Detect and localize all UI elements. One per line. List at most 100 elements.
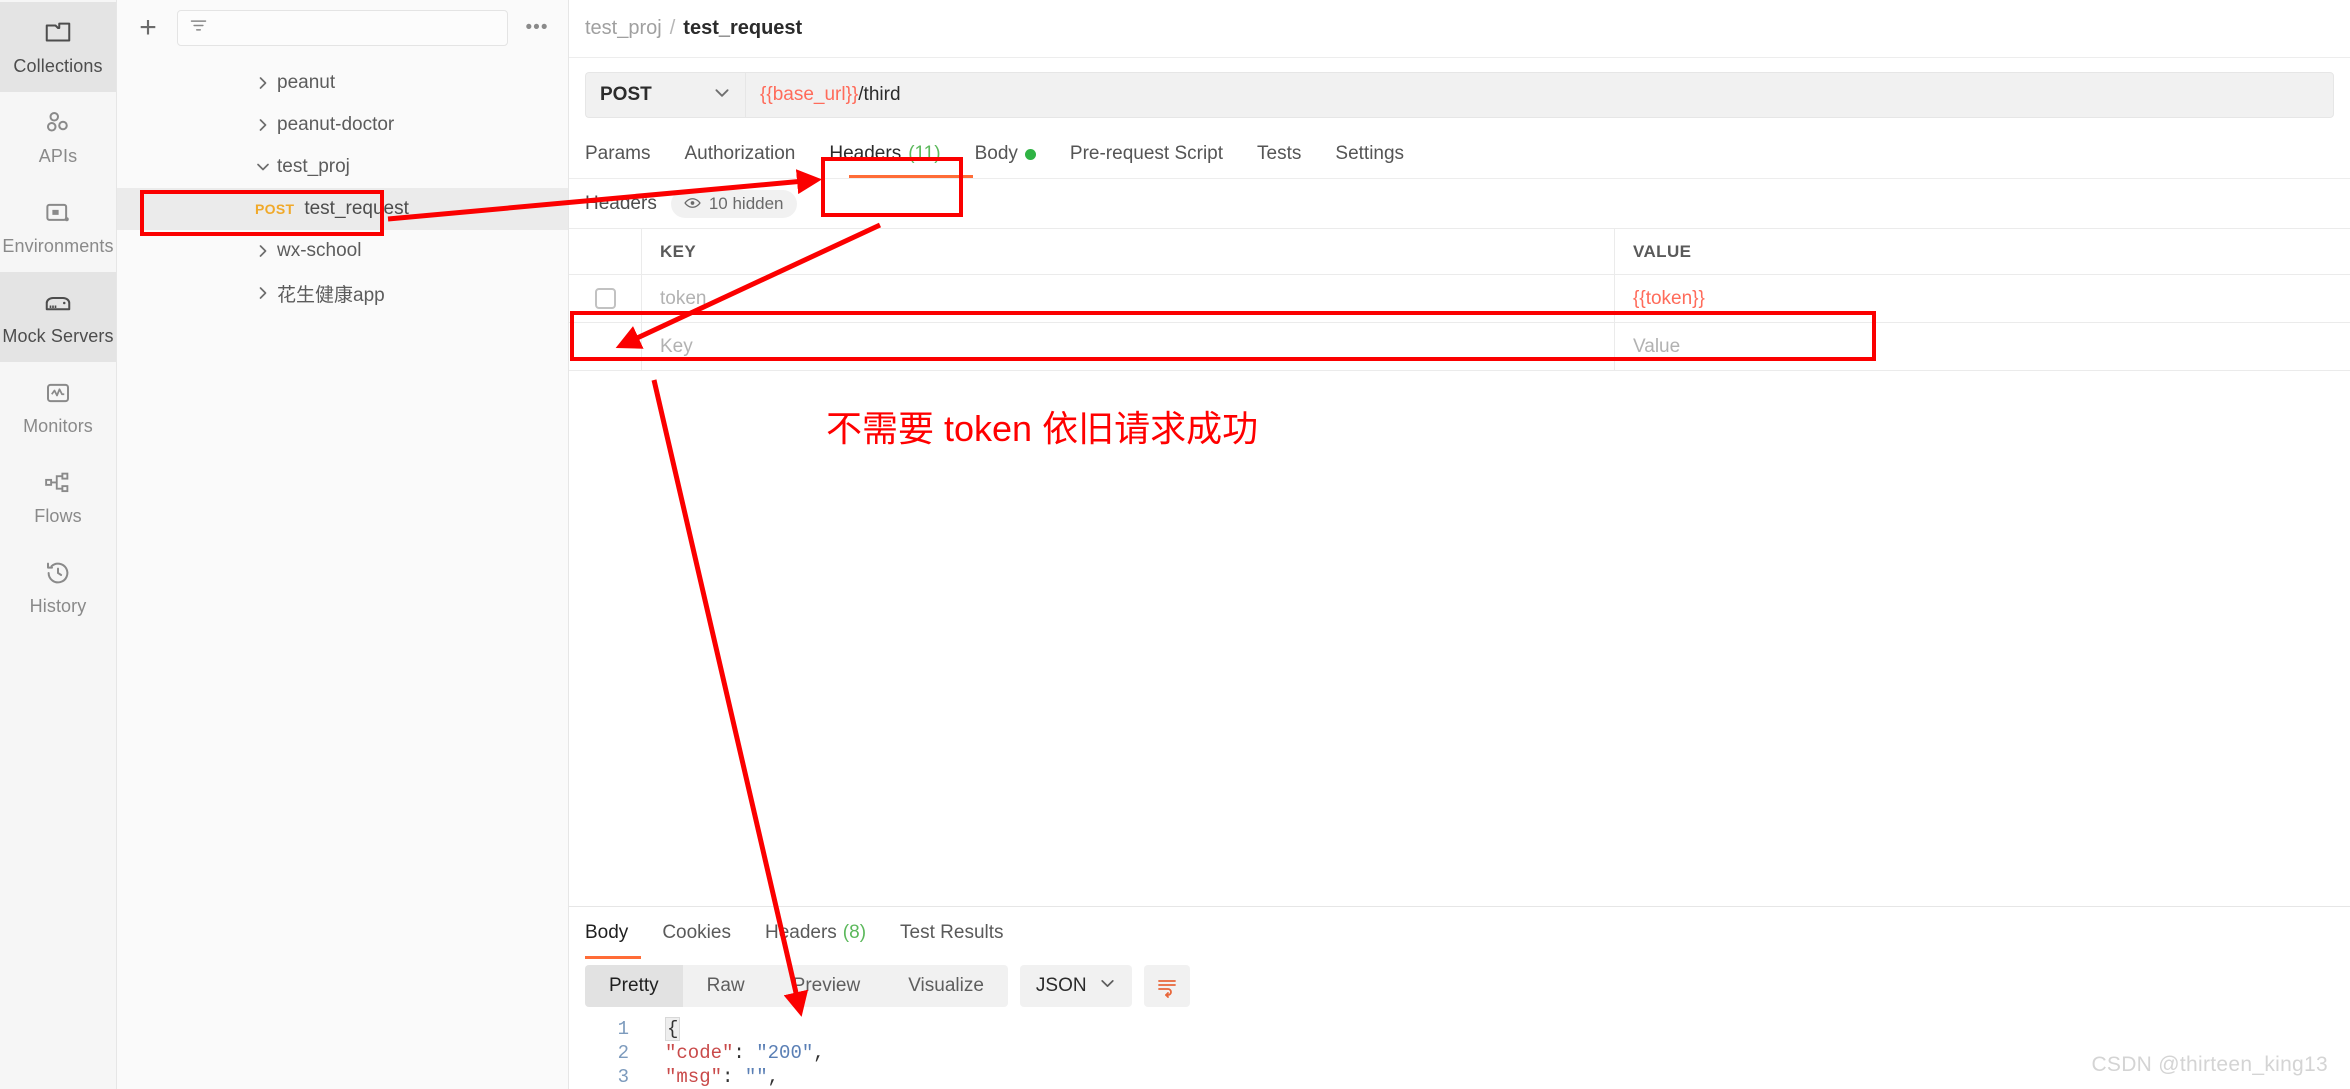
json-value: "200" xyxy=(756,1042,814,1064)
tab-label: Params xyxy=(585,143,651,164)
tree-item-test-proj[interactable]: test_proj xyxy=(117,146,568,188)
tree-item-label: peanut-doctor xyxy=(277,114,395,135)
table-row[interactable]: Key Value xyxy=(569,323,2350,371)
tab-label: Test Results xyxy=(900,922,1004,943)
body-present-dot-icon xyxy=(1024,148,1036,160)
response-format-select[interactable]: JSON xyxy=(1019,965,1132,1007)
response-tab-test-results[interactable]: Test Results xyxy=(883,907,1020,959)
view-mode-pretty[interactable]: Pretty xyxy=(585,965,683,1007)
url-bar: POST {{base_url}}/third xyxy=(569,58,2350,130)
left-rail: Collections APIs Environments Mock Serve… xyxy=(0,0,117,1089)
json-comma: , xyxy=(767,1066,780,1088)
table-row[interactable]: token {{token}} xyxy=(569,275,2350,323)
code-line: 3 "msg": "", xyxy=(585,1065,2350,1089)
eye-icon xyxy=(684,194,701,214)
rail-item-collections[interactable]: Collections xyxy=(0,2,116,92)
new-item-button[interactable]: + xyxy=(131,11,165,45)
response-tab-cookies[interactable]: Cookies xyxy=(645,907,748,959)
header-key-value: token xyxy=(660,287,707,309)
breadcrumb-parent[interactable]: test_proj xyxy=(585,17,662,40)
response-tab-headers[interactable]: Headers (8) xyxy=(748,907,883,959)
header-value-variable: {{token}} xyxy=(1633,287,1705,309)
tab-authorization[interactable]: Authorization xyxy=(667,130,812,178)
rail-item-flows[interactable]: Flows xyxy=(0,452,116,542)
active-tab-indicator xyxy=(849,175,973,178)
tree-item-peanut[interactable]: peanut xyxy=(117,62,568,104)
rail-item-environments[interactable]: Environments xyxy=(0,182,116,272)
tab-label: Tests xyxy=(1257,143,1302,164)
request-method-badge: POST xyxy=(255,201,295,217)
headers-section-header: Headers 10 hidden xyxy=(569,178,2350,228)
tab-count: (11) xyxy=(908,143,941,164)
json-separator: : xyxy=(722,1066,745,1088)
collection-tree: peanut peanut-doctor test_proj POST test… xyxy=(117,56,568,314)
code-brace: { xyxy=(665,1017,681,1041)
header-key-cell[interactable]: token xyxy=(642,275,1615,322)
json-key: "code" xyxy=(665,1042,734,1064)
tree-item-test-request[interactable]: POST test_request xyxy=(117,188,568,230)
rail-label: History xyxy=(29,595,87,616)
tab-body[interactable]: Body xyxy=(958,130,1053,178)
rail-item-monitors[interactable]: Monitors xyxy=(0,362,116,452)
rail-label: Flows xyxy=(34,505,82,526)
tree-item-wx-school[interactable]: wx-school xyxy=(117,230,568,272)
rail-item-mock-servers[interactable]: Mock Servers xyxy=(0,272,116,362)
row-checkbox[interactable] xyxy=(594,288,616,309)
view-mode-preview[interactable]: Preview xyxy=(769,965,885,1007)
tree-item-huasheng-app[interactable]: 花生健康app xyxy=(117,272,568,314)
tab-tests[interactable]: Tests xyxy=(1240,130,1318,178)
collections-icon xyxy=(43,18,73,48)
breadcrumb-separator: / xyxy=(669,17,676,39)
tab-label: Body xyxy=(974,143,1018,164)
tab-headers[interactable]: Headers (11) xyxy=(812,130,957,178)
tab-label: Pre-request Script xyxy=(1069,143,1224,164)
chevron-right-icon xyxy=(255,75,271,91)
tree-item-peanut-doctor[interactable]: peanut-doctor xyxy=(117,104,568,146)
chevron-down-icon xyxy=(1099,975,1116,998)
rail-item-history[interactable]: History xyxy=(0,542,116,632)
flows-icon xyxy=(43,468,73,498)
tab-params[interactable]: Params xyxy=(585,130,667,178)
response-body-code[interactable]: 1 { 2 "code": "200", 3 "msg": "", xyxy=(569,1017,2350,1089)
apis-icon xyxy=(43,108,73,138)
breadcrumb-current: test_request xyxy=(683,17,803,39)
view-mode-raw[interactable]: Raw xyxy=(683,965,769,1007)
hidden-headers-toggle[interactable]: 10 hidden xyxy=(670,189,797,218)
tab-settings[interactable]: Settings xyxy=(1318,130,1421,178)
tab-count: (8) xyxy=(842,922,867,943)
watermark: CSDN @thirteen_king13 xyxy=(2091,1053,2328,1076)
header-value-cell[interactable]: Value xyxy=(1615,323,2350,370)
main-panel: test_proj / test_request POST {{base_url… xyxy=(569,0,2350,1089)
word-wrap-icon[interactable] xyxy=(1143,965,1190,1007)
environments-icon xyxy=(43,198,73,228)
chevron-right-icon xyxy=(255,285,271,301)
tree-item-label: test_proj xyxy=(277,156,350,177)
json-comma: , xyxy=(813,1042,825,1064)
url-path: /third xyxy=(858,84,901,105)
url-input[interactable]: {{base_url}}/third xyxy=(745,72,2334,118)
header-key-cell[interactable]: Key xyxy=(642,323,1615,370)
tree-item-label: peanut xyxy=(277,72,336,93)
tab-label: Headers xyxy=(829,143,902,164)
rail-label: Collections xyxy=(13,55,103,76)
header-value-placeholder: Value xyxy=(1633,335,1681,357)
tree-item-label: test_request xyxy=(304,198,409,219)
row-checkbox-cell xyxy=(569,275,642,322)
headers-title: Headers xyxy=(585,192,657,214)
response-tab-body[interactable]: Body xyxy=(585,907,645,959)
code-text: "msg": "", xyxy=(629,1066,779,1088)
http-method-select[interactable]: POST xyxy=(585,72,745,118)
sidebar-more-icon[interactable]: ••• xyxy=(520,17,554,39)
view-mode-visualize[interactable]: Visualize xyxy=(884,965,1008,1007)
tab-pre-request-script[interactable]: Pre-request Script xyxy=(1053,130,1240,178)
header-value-cell[interactable]: {{token}} xyxy=(1615,275,2350,322)
tab-label: Authorization xyxy=(684,143,796,164)
active-response-tab-indicator xyxy=(585,956,641,959)
code-line: 2 "code": "200", xyxy=(585,1041,2350,1065)
tab-label: Headers xyxy=(764,922,837,943)
rail-item-apis[interactable]: APIs xyxy=(0,92,116,182)
tab-label: Body xyxy=(585,922,629,943)
response-panel: Body Cookies Headers (8) Test Results Pr… xyxy=(569,906,2350,1089)
search-input[interactable] xyxy=(177,10,508,46)
rail-label: Environments xyxy=(2,235,114,256)
